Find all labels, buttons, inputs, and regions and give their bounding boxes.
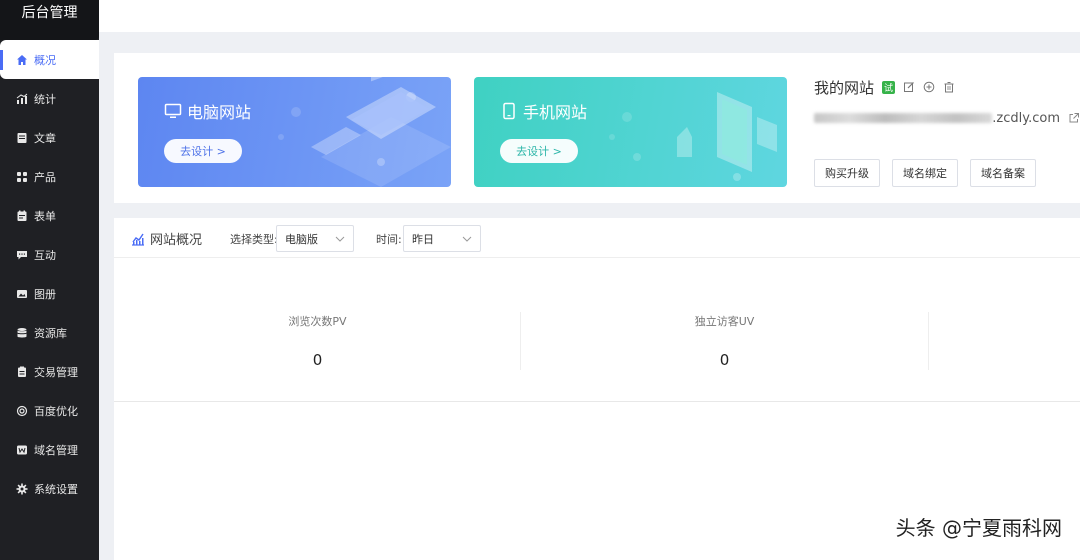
pc-site-card[interactable]: 电脑网站 去设计 > (138, 77, 451, 187)
stat-value: 0 (719, 351, 730, 369)
time-filter-label: 时间: (376, 233, 402, 246)
database-icon (16, 327, 28, 339)
sidebar-item-stats[interactable]: 统计 (0, 79, 99, 118)
sidebar-item-label: 表单 (34, 209, 56, 223)
album-icon (16, 288, 28, 300)
chart-icon (16, 93, 28, 105)
stat-value: 0 (312, 351, 323, 369)
sidebar-item-label: 文章 (34, 131, 56, 145)
stat-label: 浏览次数PV (288, 315, 347, 328)
sidebar-item-domains[interactable]: 域名管理 (0, 430, 99, 469)
type-filter-label: 选择类型: (230, 233, 278, 246)
site-url-row: .zcdly.com (814, 109, 1080, 127)
sidebar-item-products[interactable]: 产品 (0, 157, 99, 196)
chevron-down-icon (462, 236, 472, 242)
sidebar-brand: 后台管理 (0, 0, 99, 40)
external-link-icon[interactable] (1068, 112, 1080, 124)
mobile-card-title: 手机网站 (500, 99, 587, 123)
overview-title: 网站概况 (130, 229, 202, 248)
pc-card-title: 电脑网站 (164, 99, 251, 123)
mobile-design-button[interactable]: 去设计 > (500, 139, 578, 163)
site-actions: 购买升级 域名绑定 域名备案 (814, 159, 1080, 187)
edit-icon[interactable] (903, 81, 915, 93)
site-info: 我的网站 试 .zcdly.com 购买升级 域名绑定 域名备案 (814, 77, 1080, 187)
upgrade-button[interactable]: 购买升级 (814, 159, 880, 187)
domain-filing-button[interactable]: 域名备案 (970, 159, 1036, 187)
clipboard-icon (16, 366, 28, 378)
site-name: 我的网站 (814, 78, 875, 97)
site-url[interactable]: .zcdly.com (992, 111, 1060, 126)
sidebar-item-label: 域名管理 (34, 443, 78, 457)
sidebar-item-articles[interactable]: 文章 (0, 118, 99, 157)
time-select-value: 昨日 (412, 232, 434, 246)
stat-pv: 浏览次数PV 0 (114, 313, 521, 369)
add-circle-icon[interactable] (923, 81, 935, 93)
url-redacted (814, 113, 993, 123)
sidebar-item-label: 统计 (34, 92, 56, 106)
chat-icon (16, 249, 28, 261)
brand-title: 后台管理 (21, 5, 78, 21)
watermark: 头条 @宁夏雨科网 (895, 516, 1062, 540)
article-icon (16, 132, 28, 144)
delete-icon[interactable] (943, 81, 955, 93)
phone-icon (503, 102, 515, 120)
type-select[interactable]: 电脑版 (276, 225, 354, 252)
pc-illustration-icon (278, 77, 451, 187)
sidebar-item-forms[interactable]: 表单 (0, 196, 99, 235)
stat-label: 独立访客UV (694, 315, 755, 328)
overview-header: 网站概况 选择类型: 电脑版 时间: 昨日 (114, 218, 1080, 258)
sidebar-item-label: 互动 (34, 248, 56, 262)
sidebar-item-label: 产品 (34, 170, 56, 184)
sidebar-item-label: 交易管理 (34, 365, 78, 379)
pc-design-button[interactable]: 去设计 > (164, 139, 242, 163)
home-icon (16, 54, 28, 66)
domain-icon (16, 444, 28, 456)
overview-panel: 网站概况 选择类型: 电脑版 时间: 昨日 浏览次数PV 0 独立访客UV 0 (114, 218, 1080, 560)
sidebar-menu: 概况 统计 文章 产品 表单 互动 图册 资源库 交易管理 百度优化 域名管理 … (0, 40, 99, 508)
top-header (99, 0, 1080, 32)
sidebar-item-transactions[interactable]: 交易管理 (0, 352, 99, 391)
mobile-site-card[interactable]: 手机网站 去设计 > (474, 77, 787, 187)
sidebar: 后台管理 概况 统计 文章 产品 表单 互动 图册 资源库 交易管理 百度优化 … (0, 0, 99, 560)
sidebar-item-interaction[interactable]: 互动 (0, 235, 99, 274)
bind-domain-button[interactable]: 域名绑定 (892, 159, 958, 187)
sidebar-item-resources[interactable]: 资源库 (0, 313, 99, 352)
grid-icon (16, 171, 28, 183)
chevron-down-icon (335, 236, 345, 242)
sidebar-item-seo[interactable]: 百度优化 (0, 391, 99, 430)
trial-badge: 试 (882, 80, 896, 94)
site-panel: 电脑网站 去设计 > 手机网站 去设计 > 我的网站 试 .zcdly.com … (114, 53, 1080, 203)
sidebar-item-label: 图册 (34, 287, 56, 301)
sidebar-item-settings[interactable]: 系统设置 (0, 469, 99, 508)
sidebar-item-overview[interactable]: 概况 (0, 40, 99, 79)
sidebar-item-label: 百度优化 (34, 404, 78, 418)
sidebar-item-label: 系统设置 (34, 482, 78, 496)
time-select[interactable]: 昨日 (403, 225, 481, 252)
mobile-illustration-icon (609, 92, 777, 181)
sidebar-item-albums[interactable]: 图册 (0, 274, 99, 313)
site-name-row: 我的网站 试 (814, 77, 1080, 97)
line-chart-icon (132, 233, 144, 246)
stat-uv: 独立访客UV 0 (521, 313, 928, 369)
type-select-value: 电脑版 (285, 232, 318, 246)
gear-icon (16, 483, 28, 495)
stat-divider (928, 312, 929, 370)
seo-icon (16, 405, 28, 417)
sidebar-item-label: 资源库 (34, 326, 67, 340)
monitor-icon (164, 103, 182, 118)
form-icon (16, 210, 28, 222)
divider (114, 401, 1080, 402)
sidebar-item-label: 概况 (34, 53, 56, 67)
